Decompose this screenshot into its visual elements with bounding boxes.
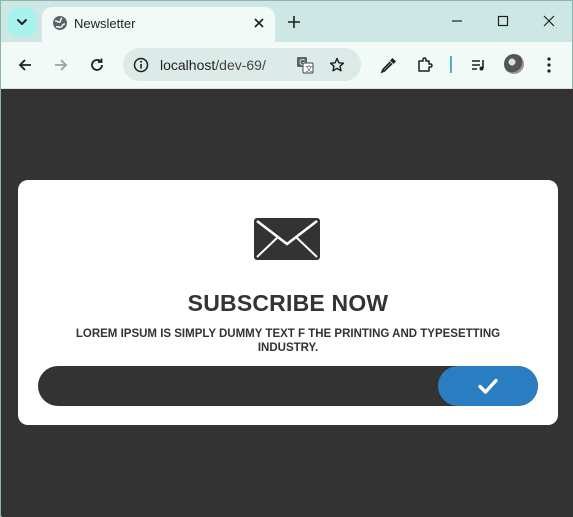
media-controls-button[interactable] [467, 53, 491, 77]
tab-close-button[interactable] [250, 14, 268, 32]
site-info-button[interactable] [131, 55, 151, 75]
subscribe-submit-button[interactable] [438, 366, 538, 406]
eyedropper-icon [380, 58, 396, 74]
chevron-down-icon [17, 19, 27, 25]
newsletter-card: SUBSCRIBE NOW LOREM IPSUM IS SIMPLY DUMM… [18, 180, 558, 425]
url-host: localhost [160, 57, 216, 73]
tab-search-button[interactable] [8, 8, 36, 36]
eyedropper-button[interactable] [377, 53, 401, 77]
back-button[interactable] [13, 53, 37, 77]
arrow-left-icon [18, 59, 31, 71]
browser-toolbar: localhost/dev-69/ G 文 [1, 42, 572, 89]
plus-icon [288, 16, 300, 28]
profile-avatar[interactable] [504, 54, 524, 74]
url-path: /dev-69/ [215, 57, 266, 73]
minimize-button[interactable] [447, 11, 467, 31]
subscribe-form [38, 366, 538, 406]
reload-button[interactable] [85, 53, 109, 77]
reload-icon [91, 58, 103, 71]
close-icon [543, 15, 555, 27]
envelope-icon [254, 218, 320, 260]
bookmark-button[interactable] [327, 55, 347, 75]
maximize-button[interactable] [493, 11, 513, 31]
extensions-button[interactable] [413, 53, 437, 77]
close-window-button[interactable] [539, 11, 559, 31]
puzzle-icon [418, 57, 433, 72]
browser-menu-button[interactable] [537, 53, 561, 77]
maximize-icon [497, 15, 509, 27]
toolbar-separator [450, 56, 452, 73]
arrow-right-icon [55, 59, 68, 71]
page-content: SUBSCRIBE NOW LOREM IPSUM IS SIMPLY DUMM… [2, 89, 573, 517]
more-vertical-icon [547, 57, 551, 73]
translate-icon: G 文 [297, 57, 314, 74]
new-tab-button[interactable] [284, 12, 304, 32]
forward-button[interactable] [49, 53, 73, 77]
globe-icon [53, 16, 67, 30]
svg-text:文: 文 [305, 64, 313, 74]
minimize-icon [452, 20, 462, 22]
tab-newsletter[interactable]: Newsletter [42, 7, 275, 42]
star-icon [329, 57, 345, 72]
info-icon [133, 57, 149, 73]
close-icon [254, 18, 264, 28]
email-input[interactable] [38, 366, 438, 406]
tab-strip: Newsletter [1, 1, 572, 42]
checkmark-icon [478, 378, 498, 394]
tab-title: Newsletter [74, 16, 136, 31]
address-bar[interactable]: localhost/dev-69/ G 文 [123, 48, 361, 81]
playlist-icon [472, 60, 484, 71]
subscribe-description: LOREM IPSUM IS SIMPLY DUMMY TEXT F THE P… [75, 328, 501, 354]
url-text: localhost/dev-69/ [160, 57, 266, 73]
translate-button[interactable]: G 文 [295, 55, 315, 75]
browser-window: Newsletter localhost/dev-69/ G 文 SUBSCRI… [0, 0, 573, 517]
subscribe-headline: SUBSCRIBE NOW [187, 290, 389, 316]
